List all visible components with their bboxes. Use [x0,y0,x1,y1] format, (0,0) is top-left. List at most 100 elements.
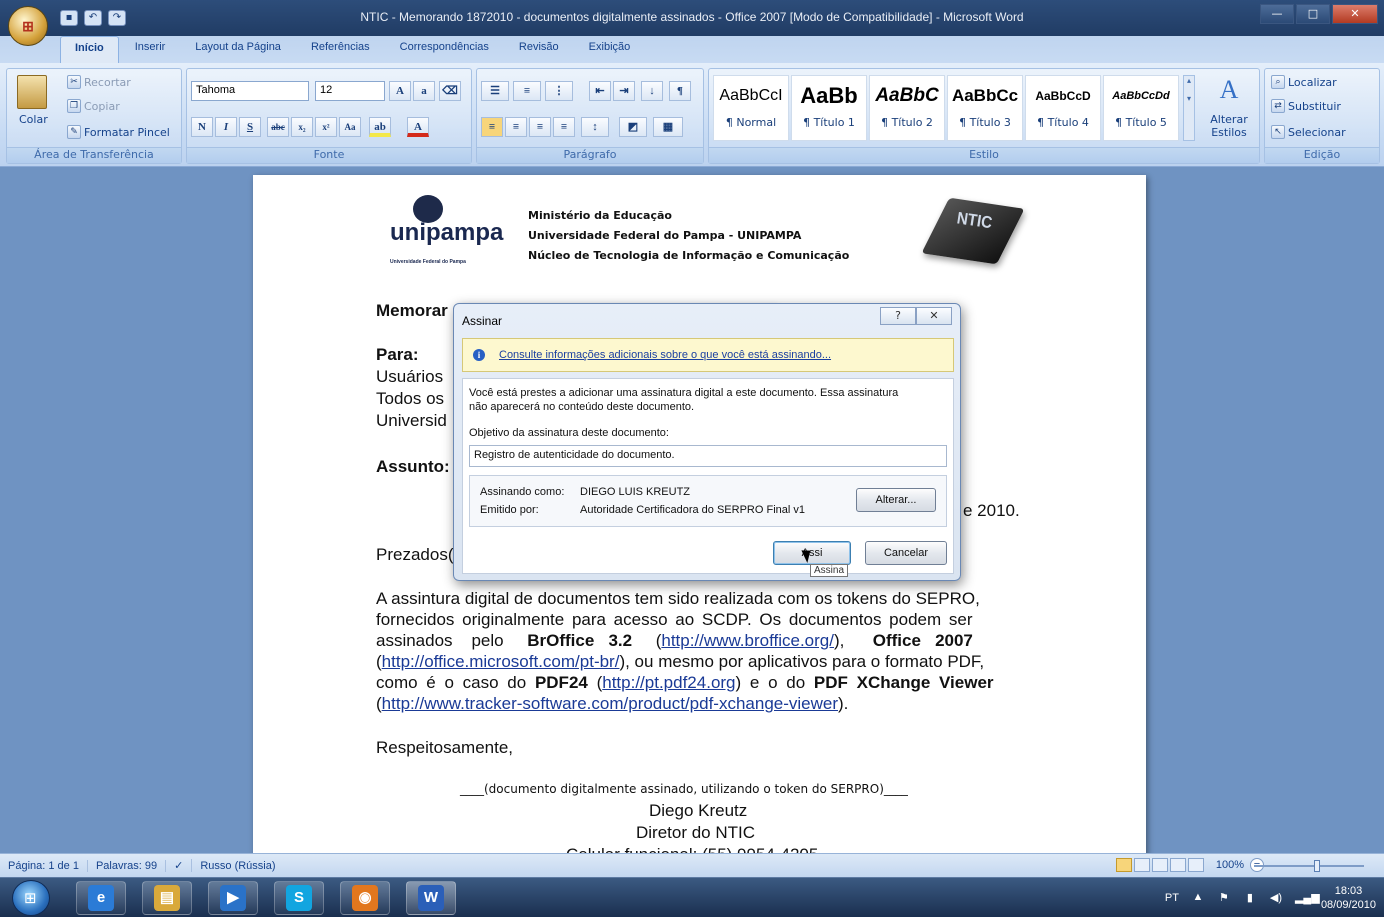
subscript-icon[interactable]: x₂ [291,117,313,137]
align-right-icon[interactable]: ≡ [529,117,551,137]
maximize-button[interactable]: □ [1296,4,1330,24]
tab-layout[interactable]: Layout da Página [181,36,295,64]
language-indicator-tray[interactable]: PT [1165,892,1179,904]
font-name-select[interactable]: Tahoma [191,81,309,101]
style-heading5[interactable]: AaBbCcDd ¶ Título 5 [1103,75,1179,141]
change-styles-button[interactable]: Alterar Estilos [1199,113,1259,139]
volume-icon[interactable]: ◀) [1269,891,1283,905]
greeting: Prezados( [376,545,454,564]
borders-icon[interactable]: ▦ [653,117,683,137]
line-spacing-icon[interactable]: ↕ [581,117,609,137]
close-button[interactable]: ✕ [1332,4,1378,24]
show-hidden-icons-icon[interactable]: ▲ [1191,891,1205,905]
style-preview: AaBbCcD [1035,89,1091,103]
zoom-level[interactable]: 100% [1216,859,1244,871]
info-link[interactable]: Consulte informações adicionais sobre o … [499,349,831,361]
microsoft-link[interactable]: http://office.microsoft.com/pt-br/ [382,652,620,671]
style-normal[interactable]: AaBbCcI ¶ Normal [713,75,789,141]
taskbar-app[interactable]: ◉ [340,881,390,915]
tab-inicio[interactable]: Início [60,36,119,64]
full-screen-view-icon[interactable] [1134,858,1150,872]
zoom-slider-thumb[interactable] [1314,860,1320,872]
window-title: NTIC - Memorando 1872010 - documentos di… [360,10,1024,24]
tracker-link[interactable]: http://www.tracker-software.com/product/… [382,694,838,713]
select-button[interactable]: Selecionar [1288,126,1346,139]
flag-icon[interactable]: ⚑ [1217,891,1231,905]
network-signal-icon[interactable]: ▂▄▆ [1295,891,1320,905]
broffice-link[interactable]: http://www.broffice.org/ [661,631,834,650]
proofing-icon[interactable]: ✓ [166,859,193,872]
style-heading4[interactable]: AaBbCcD ¶ Título 4 [1025,75,1101,141]
office-button[interactable]: ⊞ [8,6,48,46]
tab-revisao[interactable]: Revisão [505,36,573,64]
taskbar-app-active[interactable]: W [406,881,456,915]
italic-icon[interactable]: I [215,117,237,137]
change-certificate-button[interactable]: Alterar... [856,488,936,512]
find-button[interactable]: Localizar [1288,76,1337,89]
underline-icon[interactable]: S [239,117,261,137]
styles-scroll[interactable]: ▴ ▾ [1183,75,1195,141]
pdf24-link[interactable]: http://pt.pdf24.org [602,673,735,692]
taskbar-app[interactable]: S [274,881,324,915]
help-button[interactable]: ? [880,307,916,325]
clear-format-icon[interactable]: ⌫ [439,81,461,101]
memo-label: Memorar [376,301,448,320]
signing-as-label: Assinando como: [480,486,565,498]
dialog-close-button[interactable]: ✕ [916,307,952,325]
web-layout-view-icon[interactable] [1152,858,1168,872]
cut-button[interactable]: Recortar [84,76,131,89]
zoom-slider[interactable] [1254,860,1364,872]
tab-exibicao[interactable]: Exibição [575,36,645,64]
purpose-input[interactable]: Registro de autenticidade do documento. [469,445,947,467]
tab-correspondencias[interactable]: Correspondências [386,36,503,64]
tab-inserir[interactable]: Inserir [121,36,180,64]
highlight-icon[interactable]: ab [369,117,391,137]
bullets-icon[interactable]: ☰ [481,81,509,101]
print-layout-view-icon[interactable] [1116,858,1132,872]
multilevel-list-icon[interactable]: ⋮ [545,81,573,101]
outline-view-icon[interactable] [1170,858,1186,872]
change-case-icon[interactable]: Aa [339,117,361,137]
word-count[interactable]: Palavras: 99 [88,859,167,872]
justify-icon[interactable]: ≡ [553,117,575,137]
sort-icon[interactable]: ↓ [641,81,663,101]
clock[interactable]: 18:03 08/09/2010 [1321,884,1376,912]
paste-button[interactable]: Colar [19,113,48,126]
strikethrough-icon[interactable]: abc [267,117,289,137]
sign-button[interactable]: Assi [773,541,851,565]
align-center-icon[interactable]: ≡ [505,117,527,137]
issued-by-label: Emitido por: [480,504,539,516]
style-heading1[interactable]: AaBb ¶ Título 1 [791,75,867,141]
font-color-icon[interactable]: A [407,117,429,137]
align-left-icon[interactable]: ≡ [481,117,503,137]
format-painter-button[interactable]: Formatar Pincel [84,126,170,139]
cancel-button[interactable]: Cancelar [865,541,947,565]
battery-icon[interactable]: ▮ [1243,891,1257,905]
taskbar-app[interactable]: ▶ [208,881,258,915]
superscript-icon[interactable]: x² [315,117,337,137]
title-bar: ▪ ↶ ↷ NTIC - Memorando 1872010 - documen… [0,0,1384,40]
decrease-indent-icon[interactable]: ⇤ [589,81,611,101]
bold-icon[interactable]: N [191,117,213,137]
tab-referencias[interactable]: Referências [297,36,384,64]
taskbar-app[interactable]: e [76,881,126,915]
language-indicator[interactable]: Russo (Rússia) [192,860,283,872]
replace-button[interactable]: Substituir [1288,100,1341,113]
style-heading2[interactable]: AaBbC ¶ Título 2 [869,75,945,141]
clipboard-group-label: Área de Transferência [7,147,181,163]
page-indicator[interactable]: Página: 1 de 1 [0,859,88,872]
style-heading3[interactable]: AaBbCc ¶ Título 3 [947,75,1023,141]
increase-indent-icon[interactable]: ⇥ [613,81,635,101]
draft-view-icon[interactable] [1188,858,1204,872]
minimize-button[interactable]: — [1260,4,1294,24]
shrink-font-icon[interactable]: a [413,81,435,101]
shading-icon[interactable]: ◩ [619,117,647,137]
start-button[interactable]: ⊞ [12,880,50,916]
copy-button[interactable]: Copiar [84,100,120,113]
taskbar-app[interactable]: ▤ [142,881,192,915]
font-size-select[interactable]: 12 [315,81,385,101]
grow-font-icon[interactable]: A [389,81,411,101]
copy-icon: ❐ [67,99,81,113]
numbering-icon[interactable]: ≡ [513,81,541,101]
pilcrow-icon[interactable]: ¶ [669,81,691,101]
